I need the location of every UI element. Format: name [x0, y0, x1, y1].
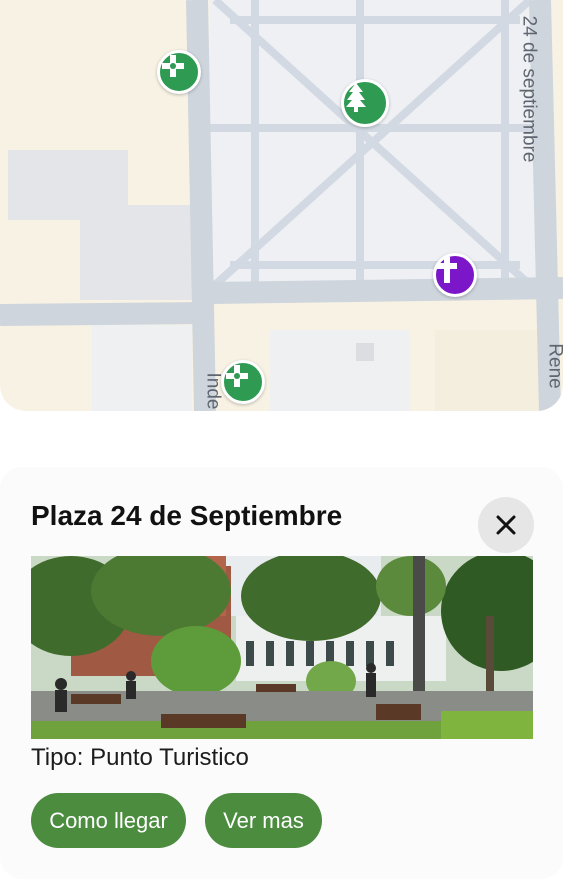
pharmacy-marker[interactable]	[157, 50, 201, 94]
place-type: Tipo: Punto Turistico	[31, 744, 249, 771]
place-photo	[31, 556, 533, 739]
pharmacy-icon	[226, 365, 248, 387]
map-canvas	[0, 0, 563, 411]
place-title: Plaza 24 de Septiembre	[31, 500, 343, 531]
park-marker[interactable]	[341, 79, 389, 127]
street-label-24-de-septiembre: 24 de septiembre	[518, 15, 540, 163]
see-more-button[interactable]: Ver mas	[205, 793, 322, 848]
street-label-inde: Inde	[202, 372, 224, 410]
church-cross-icon	[437, 257, 457, 283]
pharmacy-icon	[162, 55, 184, 77]
church-marker[interactable]	[433, 253, 477, 297]
close-icon	[496, 515, 516, 535]
pharmacy-marker[interactable]	[221, 360, 265, 404]
map-view[interactable]: 24 de septiembre Rene Inde	[0, 0, 563, 411]
street-label-rene: Rene	[544, 343, 563, 389]
directions-button[interactable]: Como llegar	[31, 793, 186, 848]
close-button[interactable]	[478, 497, 534, 553]
park-tree-icon	[346, 83, 366, 112]
